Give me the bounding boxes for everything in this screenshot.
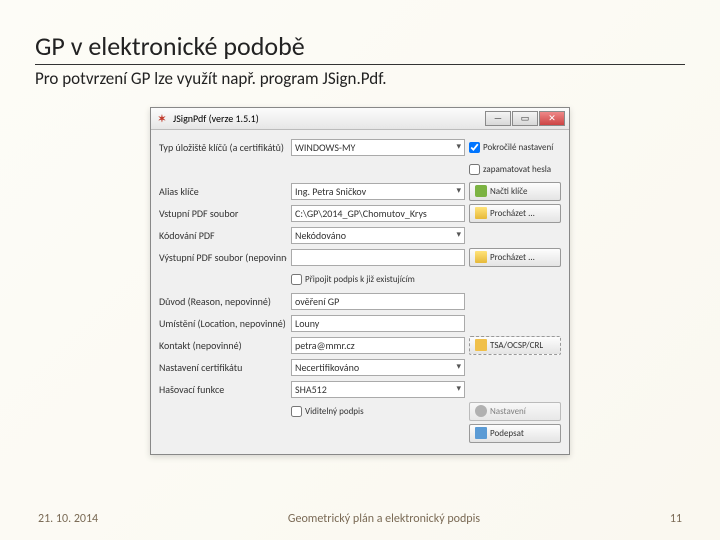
contact-field[interactable]: petra@mmr.cz [291,337,465,354]
footer-page: 11 [670,512,682,526]
encoding-select[interactable]: Nekódováno [291,227,465,244]
keystore-select[interactable]: WINDOWS-MY [291,139,465,156]
footer-caption: Geometrický plán a elektronický podpis [288,512,480,526]
alias-label: Alias klíče [159,185,287,198]
location-label: Umístění (Location, nepovinné) [159,317,287,330]
reason-label: Důvod (Reason, nepovinné) [159,295,287,308]
tsa-button[interactable]: TSA/OCSP/CRL [469,336,561,355]
minimize-button[interactable]: — [485,111,511,126]
form-body: Typ úložiště klíčů (a certifikátů) WINDO… [151,130,569,454]
encoding-label: Kódování PDF [159,229,287,242]
reason-field[interactable]: ověření GP [291,293,465,310]
footer-date: 21. 10. 2014 [38,512,98,526]
folder-icon [475,251,487,263]
hash-select[interactable]: SHA512 [291,381,465,398]
location-field[interactable]: Louny [291,315,465,332]
cert-select[interactable]: Necertifikováno [291,359,465,376]
load-keys-button[interactable]: Načti klíče [469,182,561,201]
hash-label: Hašovací funkce [159,383,287,396]
browse-input-button[interactable]: Procházet ... [469,204,561,223]
key-icon [475,185,487,197]
slide-footer: 21. 10. 2014 Geometrický plán a elektron… [0,512,720,526]
output-pdf-label: Výstupní PDF soubor (nepovinné) [159,251,287,264]
contact-label: Kontakt (nepovinné) [159,339,287,352]
input-pdf-label: Vstupní PDF soubor [159,207,287,220]
cert-label: Nastavení certifikátu [159,361,287,374]
slide-title: GP v elektronické podobě [35,30,685,65]
window-title: JSignPdf (verze 1.5.1) [173,112,259,125]
keystore-label: Typ úložiště klíčů (a certifikátů) [159,141,287,154]
append-checkbox[interactable]: Připojit podpis k již existujícím [291,274,465,285]
sign-icon [475,427,487,439]
folder-icon [475,207,487,219]
remember-checkbox[interactable]: zapamatovat hesla [469,164,561,175]
titlebar: ✶ JSignPdf (verze 1.5.1) — ▭ ✕ [151,108,569,130]
settings-button: Nastavení [469,402,561,421]
visible-sig-checkbox[interactable]: Viditelný podpis [291,406,465,417]
gear-icon [475,405,487,417]
input-pdf-field[interactable]: C:\GP\2014_GP\Chomutov_Krys [291,205,465,222]
app-icon: ✶ [155,112,169,126]
close-button[interactable]: ✕ [539,111,565,126]
cert-icon [475,339,487,351]
output-pdf-field[interactable] [291,249,465,266]
advanced-checkbox[interactable]: Pokročilé nastavení [469,142,561,153]
maximize-button[interactable]: ▭ [512,111,538,126]
browse-output-button[interactable]: Procházet ... [469,248,561,267]
slide-subtitle: Pro potvrzení GP lze využít např. progra… [35,68,685,89]
sign-button[interactable]: Podepsat [469,424,561,443]
app-window: ✶ JSignPdf (verze 1.5.1) — ▭ ✕ Typ úloži… [150,107,570,455]
alias-select[interactable]: Ing. Petra Sničkov [291,183,465,200]
